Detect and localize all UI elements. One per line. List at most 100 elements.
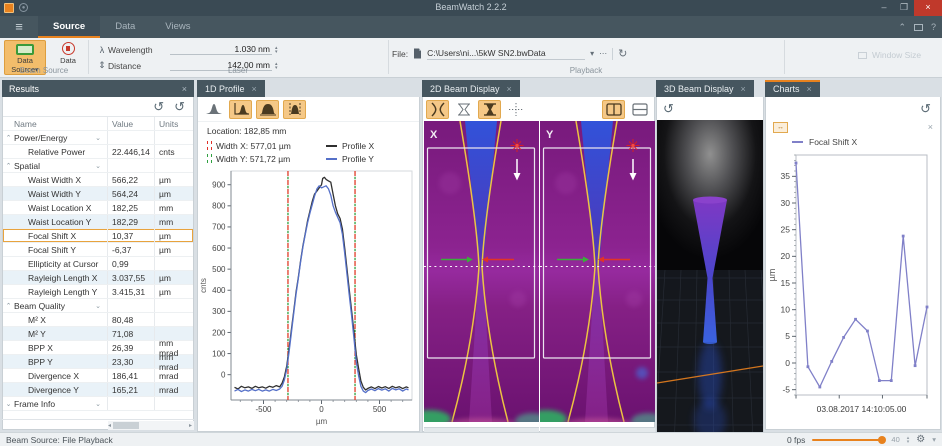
svg-text:100: 100 xyxy=(212,349,226,358)
results-hscrollbar[interactable]: ◂ ▸ xyxy=(2,419,194,430)
split-horizontal-button[interactable] xyxy=(628,100,651,119)
fit-range-icon[interactable]: ↔ xyxy=(773,122,788,133)
restore-button[interactable]: ❐ xyxy=(894,0,914,16)
fps-stepper[interactable]: ▴▾ xyxy=(907,436,910,444)
group-collapse-icon[interactable]: ⌄ xyxy=(95,302,107,310)
profile-x-legend: Profile X xyxy=(342,141,374,151)
reset-view-icon[interactable]: ↺ xyxy=(663,102,674,115)
focal-shift-chart[interactable]: -505101520253035µm03.08.2017 14:10:05.00 xyxy=(766,149,940,422)
tab-data[interactable]: Data xyxy=(100,16,150,38)
table-row[interactable]: Waist Width X566,22µm xyxy=(3,173,193,187)
row-name: Focal Shift Y xyxy=(14,245,107,255)
browse-ellipsis-button[interactable]: ⋯ xyxy=(599,49,607,58)
table-row[interactable]: Focal Shift X10,37µm xyxy=(3,229,193,243)
reset-all-icon[interactable]: ↺ xyxy=(174,100,185,113)
beam-2d-y-view[interactable]: Y xyxy=(540,121,655,422)
profile-mode-plain-button[interactable] xyxy=(202,100,225,119)
wavelength-stepper[interactable]: ▴▾ xyxy=(272,46,281,54)
table-group-row[interactable]: ⌃Beam Quality⌄ xyxy=(3,299,193,313)
menu-icon[interactable]: ≡ xyxy=(0,16,38,38)
tab-close-icon[interactable]: × xyxy=(507,84,512,94)
table-row[interactable]: Rayleigh Length X3.037,55µm xyxy=(3,271,193,285)
table-row[interactable]: Rayleigh Length Y3.415,31µm xyxy=(3,285,193,299)
wavelength-field[interactable]: 1.030 nm xyxy=(170,44,272,55)
reset-icon[interactable]: ↺ xyxy=(153,100,164,113)
chevron-down-icon[interactable]: ⌄ xyxy=(3,400,14,408)
scroll-right-icon[interactable]: ▸ xyxy=(189,422,194,429)
minimize-button[interactable]: – xyxy=(874,0,894,16)
scroll-thumb[interactable] xyxy=(113,422,139,429)
ribbon-tab-row: ≡ Source Data Views xyxy=(0,16,942,38)
hourglass-filled-button[interactable] xyxy=(478,100,501,119)
table-row[interactable]: Waist Location X182,25mm xyxy=(3,201,193,215)
profile-mode-width-button[interactable] xyxy=(283,100,306,119)
beam-2d-x-view[interactable]: X xyxy=(424,121,539,422)
svg-text:µm: µm xyxy=(316,417,328,426)
beam-2d-toolbar xyxy=(423,97,654,121)
profile-mode-dome-button[interactable] xyxy=(256,100,279,119)
caustic-lines-button[interactable] xyxy=(426,100,449,119)
focal-chart-svg[interactable]: -505101520253035µm03.08.2017 14:10:05.00 xyxy=(766,149,940,417)
table-row[interactable]: Waist Width Y564,24µm xyxy=(3,187,193,201)
chevron-up-icon[interactable]: ⌃ xyxy=(3,302,14,310)
tab-close-icon[interactable]: × xyxy=(741,84,746,94)
chevron-up-icon[interactable]: ⌃ xyxy=(3,134,14,142)
hourglass-outline-button[interactable] xyxy=(452,100,475,119)
beam-3d-view[interactable] xyxy=(657,120,763,437)
tab-1d-profile[interactable]: 1D Profile × xyxy=(197,80,265,97)
file-dropdown-icon[interactable]: ▾ xyxy=(590,49,594,58)
chevron-up-icon[interactable]: ⌃ xyxy=(3,162,14,170)
svg-text:cnts: cnts xyxy=(199,278,208,293)
crosshair-dotted-icon xyxy=(507,102,525,117)
width-y-marker-icon xyxy=(207,154,212,163)
split-vertical-button[interactable] xyxy=(602,100,625,119)
tab-source[interactable]: Source xyxy=(38,16,100,38)
row-value: 182,29 xyxy=(107,215,154,228)
row-name: Frame Info⌄ xyxy=(14,399,107,409)
table-row[interactable]: Divergence Y165,21mrad xyxy=(3,383,193,397)
chart-close-icon[interactable]: × xyxy=(928,122,933,132)
table-row[interactable]: M² X80,48 xyxy=(3,313,193,327)
group-collapse-icon[interactable]: ⌄ xyxy=(95,162,107,170)
help-icon[interactable]: ? xyxy=(931,22,936,32)
table-row[interactable]: BPP Y23,30mm mrad xyxy=(3,355,193,369)
table-group-row[interactable]: ⌃Power/Energy⌄ xyxy=(3,131,193,145)
profile-chart[interactable]: 0100200300400500600700800900-5000500cnts… xyxy=(198,165,419,432)
gear-icon[interactable]: ⚙ xyxy=(916,434,925,445)
tab-views[interactable]: Views xyxy=(150,16,205,38)
row-value: 26,39 xyxy=(107,341,154,354)
fps-slider[interactable] xyxy=(812,439,884,441)
beam-3d-svg[interactable] xyxy=(657,120,763,432)
profile-y-legend: Profile Y xyxy=(342,154,374,164)
gear-dropdown-icon[interactable]: ▾ xyxy=(932,435,936,444)
table-group-row[interactable]: ⌄Frame Info⌄ xyxy=(3,397,193,411)
collapse-ribbon-icon[interactable]: ⌃ xyxy=(898,22,906,33)
file-path-field[interactable]: C:\Users\ni...\5kW SN2.bwData xyxy=(427,48,585,60)
reset-chart-icon[interactable]: ↺ xyxy=(920,102,931,115)
group-collapse-icon[interactable]: ⌄ xyxy=(95,134,107,142)
table-row[interactable]: Focal Shift Y-6,37µm xyxy=(3,243,193,257)
tab-charts[interactable]: Charts × xyxy=(765,80,820,97)
table-row[interactable]: Divergence X186,41mrad xyxy=(3,369,193,383)
profile-chart-svg[interactable]: 0100200300400500600700800900-5000500cnts… xyxy=(198,165,419,427)
reload-file-icon[interactable]: ↻ xyxy=(618,47,627,60)
group-collapse-icon[interactable]: ⌄ xyxy=(95,400,107,408)
scroll-left-icon[interactable]: ◂ xyxy=(108,422,111,429)
window-icon[interactable] xyxy=(914,24,923,31)
table-row[interactable]: Ellipticity at Cursor0,99 xyxy=(3,257,193,271)
fps-slider-handle[interactable] xyxy=(878,436,886,444)
table-row[interactable]: Relative Power22.446,14cnts xyxy=(3,145,193,159)
tab-2d-beam-display[interactable]: 2D Beam Display × xyxy=(422,80,520,97)
table-group-row[interactable]: ⌃Spatial⌄ xyxy=(3,159,193,173)
tab-3d-beam-display[interactable]: 3D Beam Display × xyxy=(656,80,754,97)
close-button[interactable]: × xyxy=(914,0,942,16)
row-value xyxy=(107,131,154,144)
tab-close-icon[interactable]: × xyxy=(807,84,812,94)
row-name: BPP Y xyxy=(14,357,107,367)
results-close-icon[interactable]: × xyxy=(182,84,187,94)
svg-text:500: 500 xyxy=(373,405,387,414)
tab-close-icon[interactable]: × xyxy=(252,84,257,94)
crosshair-button[interactable] xyxy=(504,100,527,119)
profile-mode-axes-button[interactable] xyxy=(229,100,252,119)
table-row[interactable]: Waist Location Y182,29mm xyxy=(3,215,193,229)
